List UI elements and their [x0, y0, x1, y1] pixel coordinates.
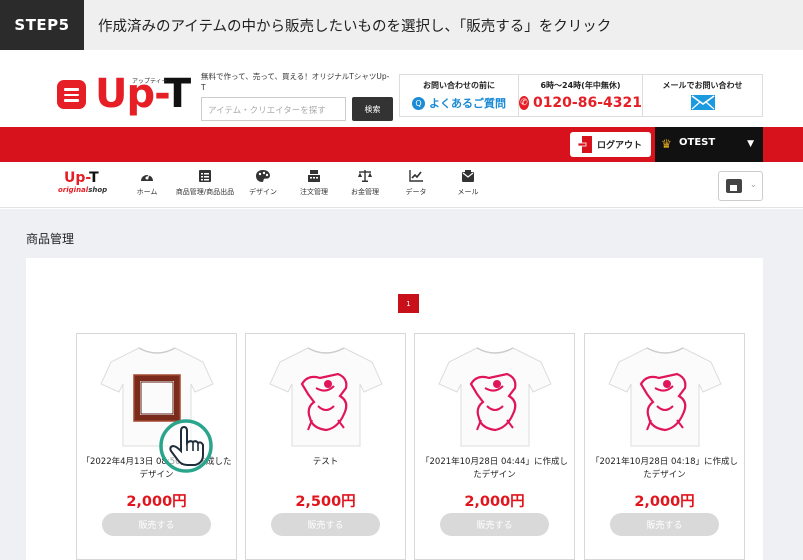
- product-price: 2,000円: [126, 494, 187, 510]
- step-banner: STEP5 作成済みのアイテムの中から販売したいものを選択し、「販売する」をクリ…: [0, 0, 803, 50]
- nav-item-label: 商品管理/商品出品: [175, 188, 235, 196]
- product-price: 2,500円: [295, 494, 356, 510]
- door-icon: [578, 136, 592, 153]
- nav-item-label: ホーム: [136, 188, 158, 196]
- faq-box[interactable]: お問い合わせの前に Q よくあるご質問: [399, 74, 519, 117]
- nav-item-label: お金管理: [351, 188, 379, 196]
- site-logo[interactable]: Up-T: [95, 66, 191, 122]
- nav-item-label: メール: [457, 188, 479, 196]
- phone-box[interactable]: 6時〜24時(年中無休) ✆ 0120-86-4321: [518, 74, 643, 117]
- nav-item-design[interactable]: デザイン: [247, 170, 279, 202]
- product-card[interactable]: 「2021年10月28日 04:18」に作成したデザイン 2,000円 販売する: [584, 333, 745, 560]
- product-title: 「2021年10月28日 04:44」に作成したデザイン: [421, 457, 568, 480]
- shop-nav: [0, 162, 803, 208]
- user-menu[interactable]: ♛ OTEST ▼: [655, 127, 763, 162]
- store-icon: [726, 179, 742, 193]
- sell-button[interactable]: 販売する: [271, 513, 380, 536]
- phone-number[interactable]: 0120-86-4321: [533, 95, 642, 111]
- nav-item-label: 注文管理: [300, 188, 328, 196]
- screenshot-root: STEP5 作成済みのアイテムの中から販売したいものを選択し、「販売する」をクリ…: [0, 0, 803, 560]
- caret-down-icon: ▼: [747, 139, 754, 149]
- search-button[interactable]: 検索: [352, 97, 393, 121]
- mail-title: メールでお問い合わせ: [662, 81, 743, 90]
- register-icon: [308, 170, 320, 182]
- nav-item-products[interactable]: 商品管理/商品出品: [172, 170, 238, 202]
- shop-logo[interactable]: Up-T originalshop: [58, 170, 108, 196]
- step-badge: STEP5: [0, 0, 84, 50]
- pagination-page-1[interactable]: 1: [398, 294, 419, 313]
- search-input[interactable]: アイテム・クリエイターを探す: [201, 97, 346, 121]
- phone-hours: 6時〜24時(年中無休): [540, 81, 621, 90]
- tshirt-image: [269, 347, 383, 447]
- logo-kana: アップティー: [132, 78, 168, 85]
- product-title: 「2021年10月28日 04:18」に作成したデザイン: [591, 457, 738, 480]
- sell-button[interactable]: 販売する: [610, 513, 719, 536]
- logout-label: ログアウト: [597, 141, 643, 151]
- nav-item-label: データ: [405, 188, 427, 196]
- mail-box[interactable]: メールでお問い合わせ: [642, 74, 763, 117]
- product-title: テスト: [312, 457, 339, 467]
- phone-icon: ✆: [519, 96, 529, 110]
- scale-icon: [358, 170, 372, 182]
- nav-item-orders[interactable]: 注文管理: [298, 170, 330, 202]
- product-price: 2,000円: [464, 494, 525, 510]
- tagline: 無料で作って、売って、買える！オリジナルTシャツUp-T: [201, 72, 390, 92]
- tshirt-image: [608, 347, 722, 447]
- sell-button[interactable]: 販売する: [102, 513, 211, 536]
- chevron-down-icon: ⌄: [750, 180, 757, 189]
- chart-icon: [409, 170, 423, 182]
- mail-icon[interactable]: [690, 95, 715, 110]
- faq-link[interactable]: よくあるご質問: [429, 95, 506, 111]
- nav-item-data[interactable]: データ: [404, 170, 428, 202]
- question-icon: Q: [412, 96, 425, 110]
- step-instruction: 作成済みのアイテムの中から販売したいものを選択し、「販売する」をクリック: [98, 18, 612, 35]
- menu-icon[interactable]: [57, 80, 86, 109]
- nav-item-money[interactable]: お金管理: [349, 170, 381, 202]
- nav-item-label: デザイン: [249, 188, 277, 196]
- list-icon: [199, 170, 211, 182]
- palette-icon: [256, 170, 270, 182]
- dashboard-icon: [141, 173, 153, 181]
- page-title: 商品管理: [26, 232, 75, 246]
- nav-item-home[interactable]: ホーム: [136, 170, 158, 202]
- shop-select[interactable]: ⌄: [718, 171, 763, 201]
- product-card[interactable]: 「2021年10月28日 04:44」に作成したデザイン 2,000円 販売する: [414, 333, 575, 560]
- faq-title: お問い合わせの前に: [423, 81, 495, 90]
- mailbox-icon: [462, 170, 474, 182]
- tap-hand-icon: [159, 419, 213, 473]
- user-name: OTEST: [679, 137, 716, 148]
- product-price: 2,000円: [634, 494, 695, 510]
- product-card[interactable]: テスト 2,500円 販売する: [245, 333, 406, 560]
- tshirt-image: [438, 347, 552, 447]
- logout-button[interactable]: ログアウト: [570, 132, 651, 157]
- nav-item-mail[interactable]: メール: [456, 170, 480, 202]
- crown-icon: ♛: [661, 137, 672, 151]
- sell-button[interactable]: 販売する: [440, 513, 549, 536]
